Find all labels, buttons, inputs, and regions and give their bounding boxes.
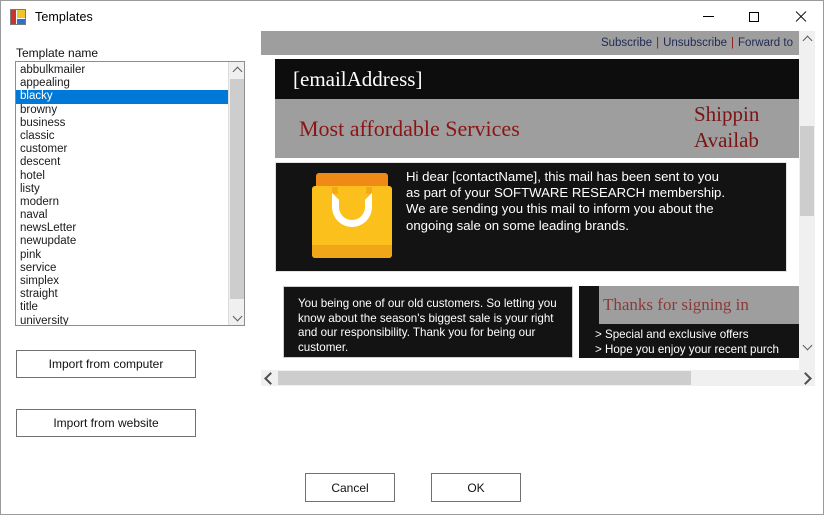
list-item[interactable]: newsLetter: [16, 222, 229, 235]
window-title: Templates: [35, 9, 93, 24]
preview-scroll-up-button[interactable]: [799, 31, 815, 47]
template-name-label: Template name: [16, 46, 99, 60]
list-item[interactable]: hotel: [16, 170, 229, 183]
list-item[interactable]: simplex: [16, 275, 229, 288]
list-item[interactable]: classic: [16, 130, 229, 143]
list-item[interactable]: straight: [16, 288, 229, 301]
list-item[interactable]: modern: [16, 196, 229, 209]
list-item[interactable]: newupdate: [16, 235, 229, 248]
maximize-icon: [749, 11, 759, 22]
minimize-button[interactable]: [685, 1, 731, 32]
preview-scroll-left-button[interactable]: [261, 370, 277, 386]
scroll-up-button[interactable]: [229, 62, 244, 78]
template-preview-panel: Subscribe | Unsubscribe | Forward to [em…: [261, 31, 815, 386]
listbox-scroll-thumb[interactable]: [230, 79, 244, 299]
email-message-text: Hi dear [contactName], this mail has bee…: [406, 169, 726, 233]
scroll-down-button[interactable]: [229, 309, 244, 325]
hero-shipping-line-2: Availab: [694, 128, 759, 152]
close-icon: [795, 11, 806, 22]
chevron-up-icon: [802, 35, 812, 45]
list-item[interactable]: business: [16, 117, 229, 130]
import-from-computer-button[interactable]: Import from computer: [16, 350, 196, 378]
email-footer-bullets: > Special and exclusive offers > Hope you…: [595, 327, 799, 357]
close-button[interactable]: [777, 1, 823, 32]
preview-horizontal-thumb[interactable]: [278, 371, 691, 385]
thanks-heading: Thanks for signing in: [603, 295, 749, 314]
preview-scroll-down-button[interactable]: [799, 338, 815, 354]
bullet-line: > Special and exclusive offers: [595, 328, 749, 341]
preview-vertical-thumb[interactable]: [800, 126, 814, 216]
hero-shipping-line-1: Shippin: [694, 102, 760, 126]
list-item[interactable]: university: [16, 315, 229, 325]
email-footer-left-text: You being one of our old customers. So l…: [298, 297, 557, 354]
email-hero-band: Most affordable Services Shippin Availab: [275, 99, 799, 158]
template-list[interactable]: abbulkmailer appealing blacky browny busines…: [16, 62, 229, 325]
cancel-button[interactable]: Cancel: [305, 473, 395, 502]
chevron-down-icon: [802, 340, 812, 350]
email-footer-left: You being one of our old customers. So l…: [283, 286, 573, 358]
listbox-scrollbar[interactable]: [228, 62, 244, 325]
preview-top-links: Subscribe | Unsubscribe | Forward to: [261, 31, 799, 55]
hero-shipping-note: Shippin Availab: [694, 101, 759, 153]
email-footer-right: Thanks for signing in > Special and excl…: [579, 286, 799, 358]
list-item[interactable]: descent: [16, 156, 229, 169]
list-item[interactable]: listy: [16, 183, 229, 196]
chevron-down-icon: [232, 311, 242, 321]
chevron-left-icon: [264, 371, 277, 385]
email-address-text: [emailAddress]: [293, 66, 423, 91]
template-listbox[interactable]: abbulkmailer appealing blacky browny busines…: [15, 61, 245, 326]
templates-dialog: Templates Template name abbulkmailer appe…: [0, 0, 824, 515]
list-item[interactable]: abbulkmailer: [16, 64, 229, 77]
link-separator-1: |: [656, 37, 660, 49]
window-controls: [685, 1, 823, 32]
list-item[interactable]: customer: [16, 143, 229, 156]
unsubscribe-link[interactable]: Unsubscribe: [663, 37, 727, 49]
link-separator-2: |: [731, 37, 735, 49]
list-item[interactable]: browny: [16, 104, 229, 117]
import-from-website-button[interactable]: Import from website: [16, 409, 196, 437]
form-icon: [10, 8, 26, 25]
email-message-block: Hi dear [contactName], this mail has bee…: [275, 162, 787, 272]
list-item[interactable]: naval: [16, 209, 229, 222]
chevron-right-icon: [799, 371, 812, 385]
list-item[interactable]: service: [16, 262, 229, 275]
maximize-button[interactable]: [731, 1, 777, 32]
ok-button[interactable]: OK: [431, 473, 521, 502]
preview-vertical-scrollbar[interactable]: [799, 31, 815, 370]
list-item[interactable]: title: [16, 301, 229, 314]
preview-horizontal-scrollbar[interactable]: [261, 370, 815, 386]
subscribe-link[interactable]: Subscribe: [601, 37, 652, 49]
minimize-icon: [702, 16, 714, 17]
list-item[interactable]: pink: [16, 249, 229, 262]
forward-to-link[interactable]: Forward to: [738, 37, 793, 49]
preview-canvas: Subscribe | Unsubscribe | Forward to [em…: [261, 31, 799, 370]
list-item[interactable]: appealing: [16, 77, 229, 90]
chevron-up-icon: [232, 66, 242, 76]
hero-title: Most affordable Services: [299, 115, 520, 141]
shopping-bag-icon: [312, 173, 392, 263]
bullet-line: > Hope you enjoy your recent purch: [595, 343, 779, 356]
title-bar: Templates: [1, 1, 823, 32]
thanks-band: Thanks for signing in: [599, 286, 799, 324]
preview-scroll-right-button[interactable]: [799, 370, 815, 386]
list-item[interactable]: blacky: [16, 90, 229, 104]
email-address-bar: [emailAddress]: [275, 59, 799, 99]
